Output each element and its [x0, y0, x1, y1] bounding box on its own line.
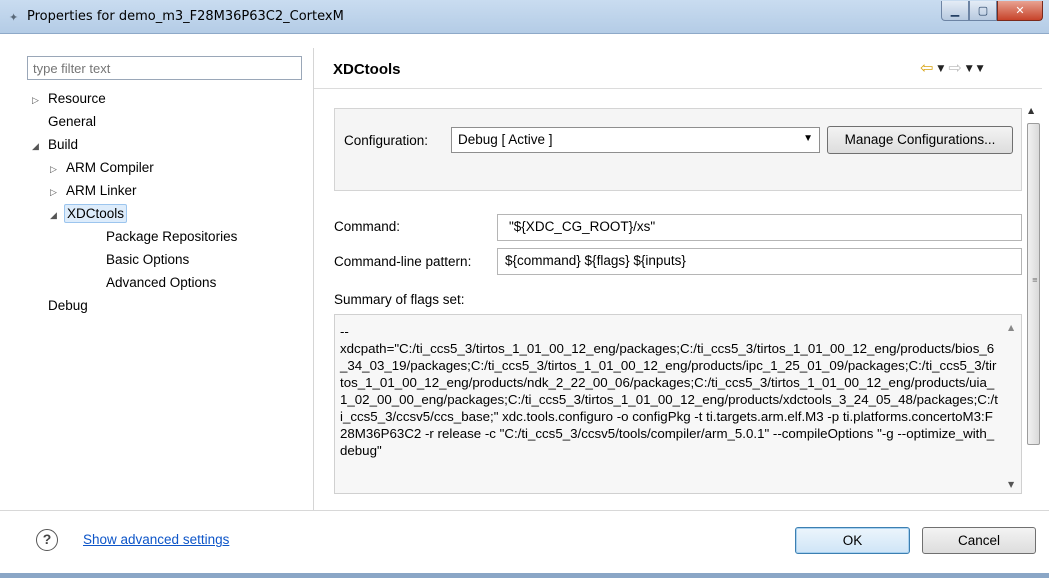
tree-item-general[interactable]: General [32, 112, 302, 135]
scroll-down-icon[interactable]: ▼ [1008, 480, 1014, 489]
expand-triangle-icon[interactable]: ▷ [32, 91, 46, 110]
command-pattern-input[interactable]: ${command} ${flags} ${inputs} [497, 248, 1022, 275]
expand-triangle-icon[interactable]: ▷ [50, 183, 64, 202]
collapse-triangle-icon[interactable]: ◢ [50, 206, 64, 225]
property-tree: ▷ Resource General ◢ Build ▷ ARM Compiler ▷ ARM … [32, 89, 302, 319]
filter-input[interactable] [27, 56, 302, 80]
scroll-up-icon[interactable]: ▲ [1008, 323, 1014, 332]
configuration-value: Debug [ Active ] [458, 132, 553, 147]
tree-item-arm-compiler[interactable]: ▷ ARM Compiler [32, 158, 302, 181]
tree-item-basic-options[interactable]: Basic Options [32, 250, 302, 273]
tree-item-label: ARM Compiler [66, 160, 154, 175]
ok-button[interactable]: OK [795, 527, 910, 554]
summary-label: Summary of flags set: [334, 292, 465, 307]
page-title: XDCtools [333, 61, 401, 78]
scroll-up-icon[interactable]: ▲ [1028, 106, 1034, 115]
title-bar: ✦ Properties for demo_m3_F28M36P63C2_Cor… [0, 0, 1049, 34]
grip-icon: ≡ [1032, 276, 1038, 284]
tree-item-label: Build [48, 137, 79, 152]
command-pattern-label: Command-line pattern: [334, 254, 472, 269]
footer-separator [0, 510, 1049, 511]
window-controls: ▁ ▢ ✕ [941, 1, 1043, 21]
summary-textarea[interactable]: -- xdcpath="C:/ti_ccs5_3/tirtos_1_01_00_… [334, 314, 1022, 494]
scrollbar-thumb[interactable]: ≡ [1027, 123, 1040, 445]
minimize-button[interactable]: ▁ [941, 1, 969, 21]
chevron-down-icon: ▼ [803, 133, 813, 144]
pane-divider[interactable] [313, 48, 314, 510]
forward-arrow-icon[interactable]: ⇨ [948, 60, 961, 78]
maximize-button[interactable]: ▢ [969, 1, 997, 21]
configuration-label: Configuration: [344, 133, 429, 148]
tree-item-label: Debug [48, 298, 88, 313]
header-separator [314, 88, 1042, 89]
tree-item-label: Basic Options [106, 252, 190, 267]
tree-item-label: ARM Linker [66, 183, 137, 198]
window-bottom-edge [0, 573, 1049, 578]
history-nav: ⇦ ▼ ⇨ ▼ ▼ [920, 60, 984, 78]
manage-configurations-button[interactable]: Manage Configurations... [827, 126, 1013, 154]
tree-item-resource[interactable]: ▷ Resource [32, 89, 302, 112]
app-icon: ✦ [9, 11, 19, 24]
tree-item-package-repositories[interactable]: Package Repositories [32, 227, 302, 250]
view-menu-chevron-icon[interactable]: ▼ [977, 60, 984, 78]
tree-item-label: Advanced Options [106, 275, 217, 290]
help-icon[interactable]: ? [36, 529, 58, 551]
tree-item-build[interactable]: ◢ Build [32, 135, 302, 158]
expand-triangle-icon[interactable]: ▷ [50, 160, 64, 179]
tree-item-label: General [48, 114, 97, 129]
command-input[interactable]: "${XDC_CG_ROOT}/xs" [497, 214, 1022, 241]
tree-item-advanced-options[interactable]: Advanced Options [32, 273, 302, 296]
tree-item-label: XDCtools [64, 204, 128, 223]
cancel-button[interactable]: Cancel [922, 527, 1036, 554]
back-arrow-icon[interactable]: ⇦ [920, 60, 933, 78]
summary-text: -- xdcpath="C:/ti_ccs5_3/tirtos_1_01_00_… [340, 324, 998, 458]
configuration-select[interactable]: Debug [ Active ] ▼ [451, 127, 820, 153]
window-title: Properties for demo_m3_F28M36P63C2_Corte… [27, 9, 344, 24]
command-label: Command: [334, 219, 401, 234]
back-menu-chevron-icon[interactable]: ▼ [937, 60, 944, 78]
tree-item-debug[interactable]: Debug [32, 296, 302, 319]
tree-item-label: Resource [48, 91, 106, 106]
page-scrollbar[interactable]: ▲ ≡ [1024, 98, 1042, 498]
close-button[interactable]: ✕ [997, 1, 1043, 21]
show-advanced-settings-link[interactable]: Show advanced settings [83, 532, 229, 547]
forward-menu-chevron-icon[interactable]: ▼ [966, 60, 973, 78]
tree-item-xdctools[interactable]: ◢ XDCtools [32, 204, 302, 227]
summary-scrollbar[interactable]: ▲ ▼ [1004, 315, 1021, 493]
collapse-triangle-icon[interactable]: ◢ [32, 137, 46, 156]
tree-item-label: Package Repositories [106, 229, 238, 244]
tree-item-arm-linker[interactable]: ▷ ARM Linker [32, 181, 302, 204]
